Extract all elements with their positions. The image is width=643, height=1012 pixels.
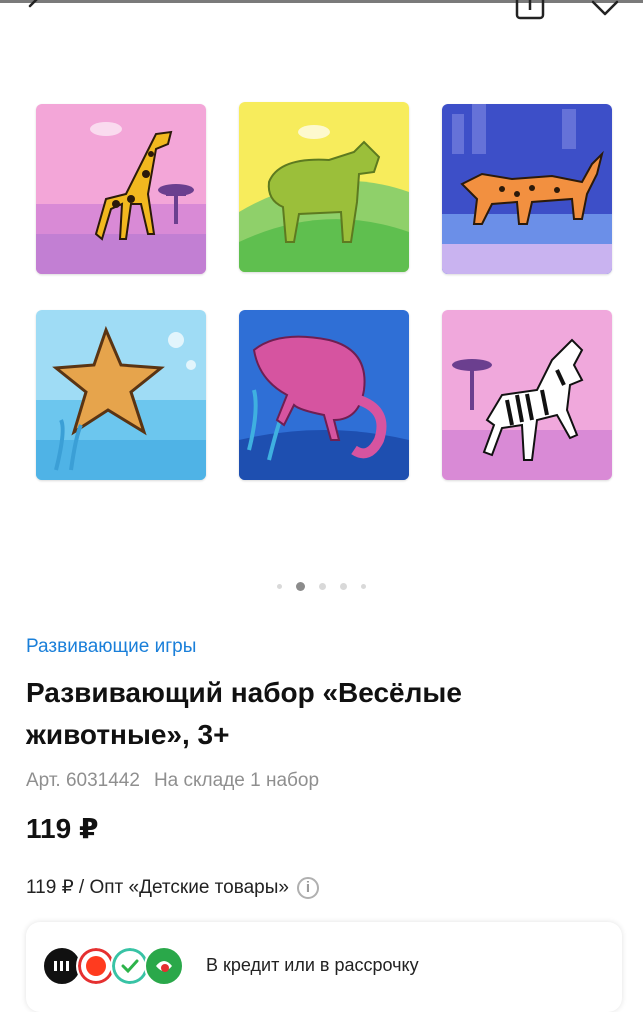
heart-icon[interactable] bbox=[590, 0, 620, 18]
pagination-dot[interactable] bbox=[319, 582, 326, 590]
bank-green-icon bbox=[144, 946, 184, 986]
top-bar bbox=[0, 0, 643, 22]
share-icon[interactable] bbox=[515, 0, 545, 20]
article-number: Арт. 6031442 bbox=[26, 770, 140, 791]
wholesale-price-row: 119 ₽ / Опт «Детские товары» i bbox=[26, 876, 319, 899]
stock-status: На складе 1 набор bbox=[153, 770, 320, 791]
pagination-dot[interactable] bbox=[340, 582, 347, 590]
credit-installment-card[interactable]: В кредит или в рассрочку bbox=[26, 922, 622, 1012]
wholesale-price: 119 ₽ / Опт «Детские товары» bbox=[26, 877, 289, 898]
product-meta: Арт. 6031442 На складе 1 набор bbox=[26, 770, 319, 792]
product-image-gallery[interactable] bbox=[0, 90, 643, 490]
product-price: 119 ₽ bbox=[26, 813, 99, 844]
cow-card-image bbox=[239, 102, 409, 272]
leopard-card-image bbox=[442, 104, 612, 274]
chameleon-card-image bbox=[239, 310, 409, 480]
status-divider bbox=[0, 0, 643, 3]
credit-label: В кредит или в рассрочку bbox=[206, 955, 419, 975]
pagination-dot-active[interactable] bbox=[296, 581, 305, 591]
starfish-card-image bbox=[36, 310, 206, 480]
chevron-left-icon[interactable] bbox=[24, 0, 46, 16]
info-icon[interactable]: i bbox=[296, 876, 319, 899]
category-link[interactable]: Развивающие игры bbox=[26, 636, 196, 658]
pagination-dot[interactable] bbox=[277, 583, 282, 589]
bank-logos bbox=[42, 946, 184, 986]
gallery-pagination bbox=[0, 580, 643, 592]
product-title: Развивающий набор «Весёлые животные», 3+ bbox=[26, 677, 462, 750]
pagination-dot[interactable] bbox=[361, 583, 366, 589]
giraffe-card-image bbox=[36, 104, 206, 274]
zebra-card-image bbox=[442, 310, 612, 480]
